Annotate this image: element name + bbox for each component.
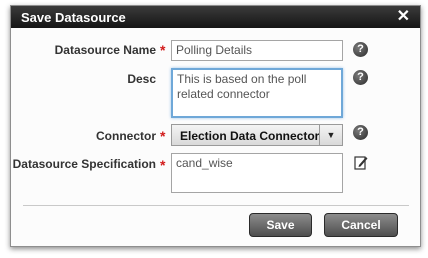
save-datasource-dialog: Save Datasource ✕ Datasource Name * Poll… <box>10 5 421 247</box>
chevron-down-icon[interactable]: ▼ <box>319 125 342 145</box>
edit-pencil-icon[interactable] <box>354 155 368 170</box>
connector-select[interactable]: Election Data Connector( ▼ <box>171 124 343 146</box>
desc-textarea[interactable]: This is based on the poll related connec… <box>171 68 343 118</box>
dialog-titlebar: Save Datasource ✕ <box>11 6 420 28</box>
cancel-button[interactable]: Cancel <box>324 213 398 237</box>
required-marker: * <box>160 128 166 144</box>
close-icon[interactable]: ✕ <box>397 8 410 25</box>
required-marker: * <box>160 42 166 58</box>
desc-label: Desc <box>127 72 156 86</box>
connector-selected-value: Election Data Connector( <box>180 129 320 143</box>
required-marker: * <box>160 157 166 173</box>
help-icon[interactable]: ? <box>353 70 368 85</box>
datasource-name-input[interactable]: Polling Details <box>171 40 343 61</box>
divider <box>23 205 409 206</box>
dialog-title: Save Datasource <box>21 10 126 25</box>
datasource-spec-label: Datasource Specification <box>12 157 156 171</box>
save-button[interactable]: Save <box>249 213 312 237</box>
connector-label: Connector <box>96 129 156 143</box>
help-icon[interactable]: ? <box>353 125 368 140</box>
datasource-name-label: Datasource Name <box>54 43 156 57</box>
help-icon[interactable]: ? <box>353 42 368 57</box>
datasource-spec-input[interactable]: cand_wise <box>171 153 343 193</box>
